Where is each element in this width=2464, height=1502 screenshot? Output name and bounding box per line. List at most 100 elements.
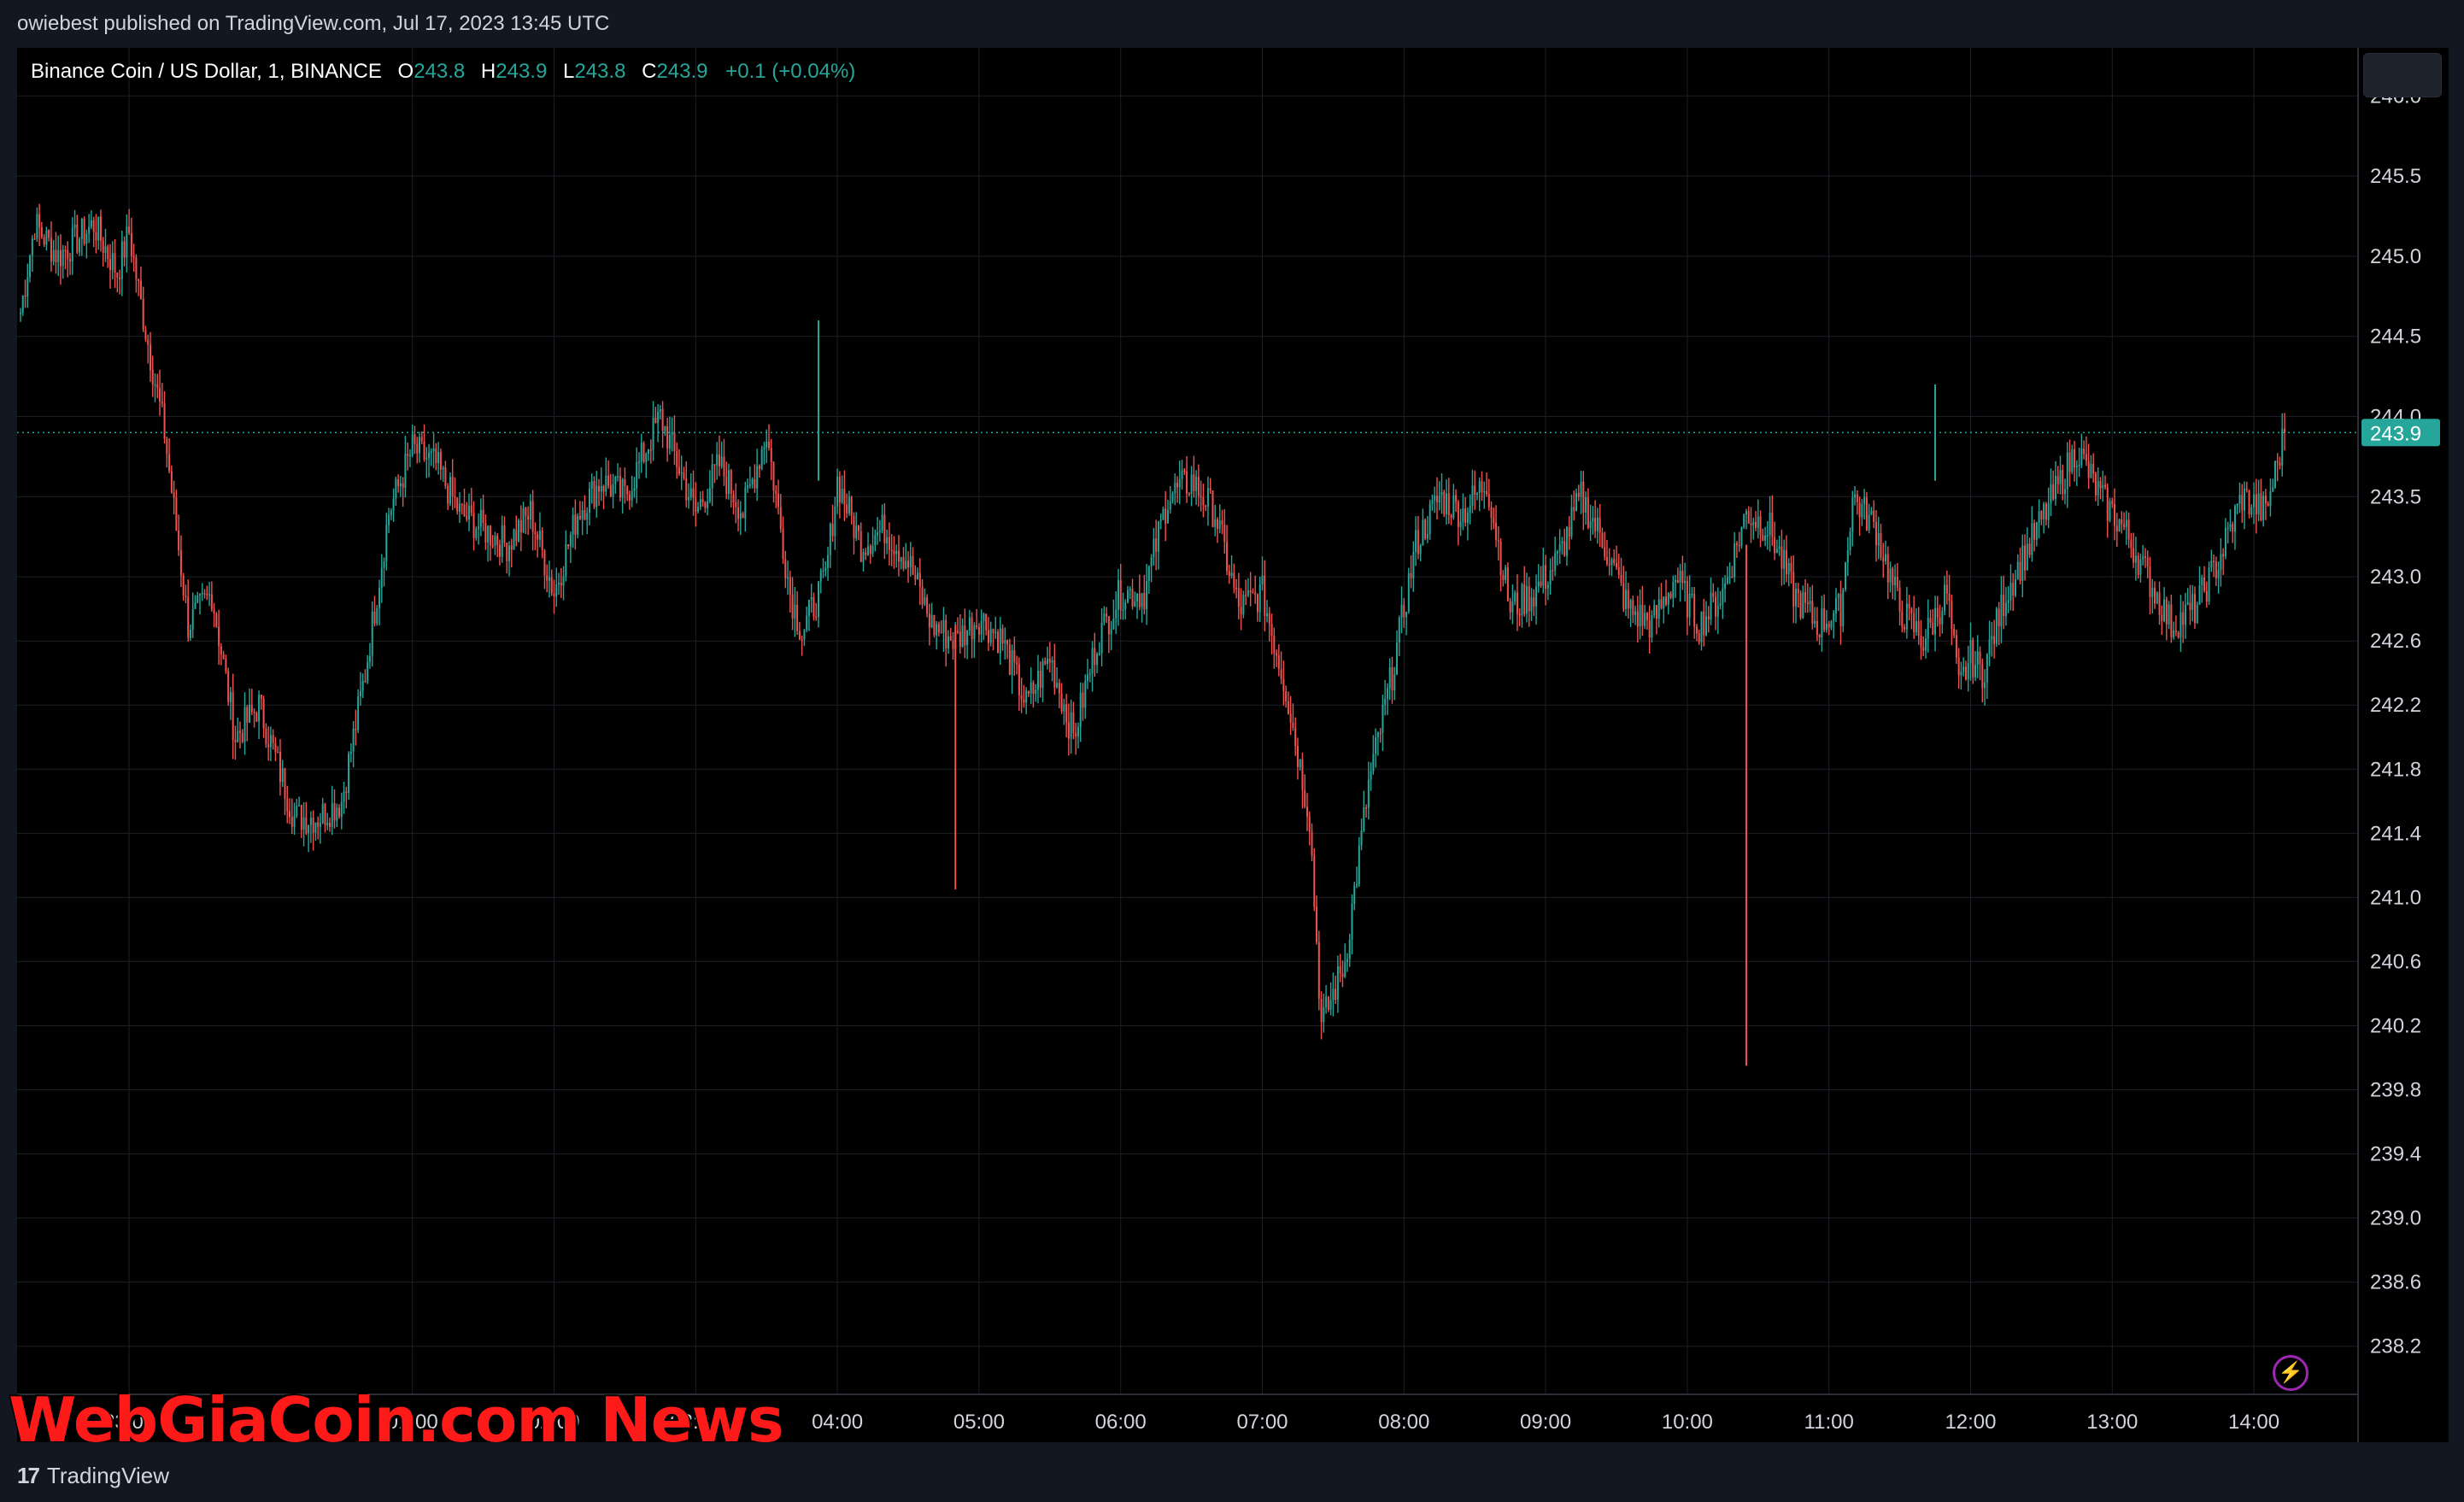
candle-body — [274, 742, 277, 752]
candle-body — [1944, 584, 1946, 612]
candle-body — [1035, 689, 1037, 694]
candle-body — [1910, 608, 1913, 614]
candle-body — [243, 707, 246, 742]
candle-body — [1806, 602, 1809, 605]
candle-body — [1792, 572, 1795, 607]
candle-body — [116, 273, 119, 278]
legend-symbol[interactable]: Binance Coin / US Dollar, 1, BINANCE — [31, 60, 382, 83]
candle-body — [1542, 565, 1545, 586]
candle-body — [1282, 678, 1285, 691]
candle-body — [2276, 461, 2279, 463]
candle-body — [1710, 593, 1712, 620]
candle-body — [968, 617, 971, 631]
candle-body — [1521, 584, 1523, 615]
candle-body — [1945, 584, 1948, 594]
candle-body — [1266, 613, 1269, 617]
candle-body — [178, 530, 180, 550]
candle-body — [29, 255, 32, 278]
candle-body — [1060, 693, 1063, 712]
candle-body — [1915, 621, 1917, 633]
candle-body — [1230, 572, 1233, 577]
candle-body — [1681, 571, 1684, 584]
candle-body — [782, 529, 784, 560]
candle-body — [1459, 521, 1462, 527]
candle-body — [102, 240, 104, 253]
candle-body — [1605, 556, 1608, 564]
candle-body — [546, 575, 549, 581]
candle-body — [1487, 494, 1490, 508]
candle-body — [1825, 624, 1827, 631]
candle-body — [2224, 528, 2226, 557]
candle-body — [1506, 567, 1509, 601]
candle-body — [803, 630, 806, 640]
candle-body — [312, 818, 314, 833]
candle-body — [1565, 526, 1568, 556]
candle-body — [1157, 521, 1159, 552]
candle-body — [666, 426, 669, 449]
candle-body — [688, 497, 690, 501]
candle-body — [1596, 517, 1599, 531]
candle-body — [170, 471, 173, 493]
candle-body — [368, 655, 371, 662]
candle-body — [1382, 704, 1384, 733]
candle-body — [1457, 502, 1459, 527]
candle-body — [501, 525, 503, 557]
candle-body — [1237, 588, 1240, 607]
candle-body — [732, 494, 735, 502]
candle-body — [2217, 569, 2220, 578]
candle-body — [1403, 604, 1405, 618]
candle-body — [1264, 575, 1266, 617]
candle-body — [1412, 551, 1415, 578]
candle-body — [1044, 660, 1047, 665]
candlestick-chart[interactable]: 246.0245.5245.0244.5244.0243.5243.0242.6… — [17, 48, 2449, 1442]
candle-body — [602, 485, 605, 492]
candle-body — [760, 449, 763, 469]
candle-body — [877, 532, 879, 536]
candle-body — [80, 219, 83, 239]
candle-body — [33, 238, 36, 240]
candle-body — [1589, 521, 1592, 528]
lightning-bolt-icon[interactable]: ⚡ — [2273, 1355, 2309, 1391]
candle-body — [1486, 490, 1488, 495]
candle-body — [218, 626, 220, 647]
candle-body — [676, 451, 678, 467]
candle-body — [1235, 587, 1238, 590]
candle-body — [2163, 599, 2166, 621]
candle-body — [637, 461, 640, 463]
candle-body — [1112, 618, 1115, 630]
candle-body — [67, 249, 69, 260]
candle-body — [2255, 494, 2257, 514]
x-tick-label: 09:00 — [1520, 1411, 1571, 1434]
candle-body — [250, 704, 253, 712]
candle-body — [208, 594, 211, 596]
candle-body — [560, 583, 562, 586]
y-tick-label: 238.2 — [2370, 1335, 2421, 1358]
tradingview-logo[interactable]: 17 TradingView — [17, 1463, 169, 1489]
candle-body — [1641, 605, 1644, 626]
candle-body — [1700, 611, 1703, 642]
candle-body — [1636, 611, 1639, 627]
candle-body — [1200, 496, 1202, 498]
candle-body — [189, 630, 191, 638]
candle-body — [1885, 554, 1887, 561]
candle-body — [388, 514, 390, 525]
candle-body — [114, 253, 116, 273]
candle-body — [633, 488, 636, 491]
price-scale-menu-button[interactable] — [2363, 53, 2442, 97]
candle-body — [1254, 592, 1257, 595]
candle-body — [1594, 518, 1597, 531]
candle-body — [348, 754, 350, 794]
candle-body — [2193, 594, 2196, 623]
candle-body — [1629, 600, 1632, 609]
candle-body — [1537, 581, 1540, 587]
candle-body — [1301, 759, 1304, 790]
candle-body — [569, 535, 572, 547]
candle-body — [182, 575, 185, 596]
candle-body — [2144, 555, 2146, 558]
candle-body — [1627, 590, 1629, 609]
candle-body — [38, 214, 41, 228]
chart-area[interactable]: 246.0245.5245.0244.5244.0243.5243.0242.6… — [17, 48, 2449, 1442]
candle-body — [59, 249, 62, 267]
candle-body — [1570, 507, 1573, 537]
candle-body — [525, 508, 527, 516]
